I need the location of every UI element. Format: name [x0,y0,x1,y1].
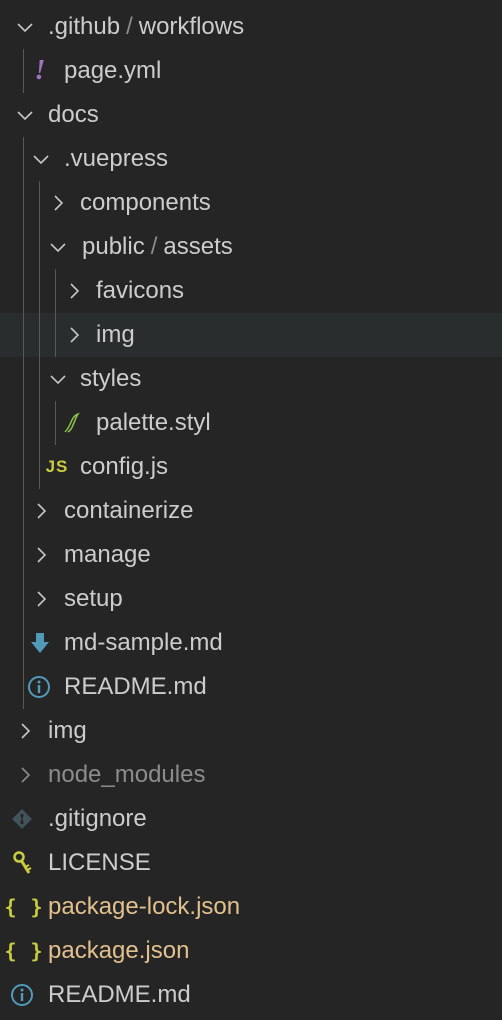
tree-item-label: setup [64,585,123,612]
chevron-right-icon[interactable] [31,545,51,565]
tree-folder-node-modules[interactable]: node_modules [0,753,502,797]
chevron-down-icon[interactable] [15,17,35,37]
indent-guide [39,181,40,225]
file-explorer-tree: .github / workflows ! page.yml docs .vuepr… [0,0,502,1020]
tree-folder-favicons[interactable]: favicons [0,269,502,313]
tree-item-label: img [48,717,87,744]
tree-item-label: components [80,189,211,216]
tree-file-palette-styl[interactable]: palette.styl [0,401,502,445]
tree-file-gitignore[interactable]: .gitignore [0,797,502,841]
indent-guide [23,533,24,577]
json-icon: { } [4,895,44,919]
tree-item-label: docs [48,101,99,128]
yml-icon: ! [34,55,46,86]
chevron-right-icon[interactable] [15,721,35,741]
tree-folder-setup[interactable]: setup [0,577,502,621]
tree-item-label: public / assets [82,233,233,260]
info-icon [27,675,51,699]
indent-guide [23,401,24,445]
tree-item-label: containerize [64,497,194,524]
chevron-right-icon[interactable] [15,765,35,785]
indent-guide [23,577,24,621]
tree-item-label: palette.styl [96,409,211,436]
chevron-right-icon[interactable] [48,193,68,213]
indent-guide [39,445,40,489]
tree-file-root-readme[interactable]: README.md [0,973,502,1017]
tree-file-docs-readme[interactable]: README.md [0,665,502,709]
tree-item-label: manage [64,541,151,568]
tree-folder-public-assets[interactable]: public / assets [0,225,502,269]
indent-guide [39,357,40,401]
license-key-icon [10,851,34,875]
tree-item-label: md-sample.md [64,629,223,656]
tree-file-md-sample[interactable]: md-sample.md [0,621,502,665]
git-icon [10,807,34,831]
indent-guide [39,401,40,445]
indent-guide [39,225,40,269]
indent-guide [23,137,24,181]
markdown-icon [28,631,52,655]
tree-item-label: .vuepress [64,145,169,172]
tree-item-label: .gitignore [48,805,147,832]
chevron-right-icon[interactable] [64,325,84,345]
tree-folder-github-workflows[interactable]: .github / workflows [0,5,502,49]
tree-item-label: package.json [48,937,190,964]
indent-guide [55,269,56,313]
tree-item-label: node_modules [48,761,206,788]
indent-guide [23,313,24,357]
tree-file-package-json[interactable]: { } package.json [0,929,502,973]
chevron-down-icon[interactable] [48,237,68,257]
tree-item-label: README.md [64,673,207,700]
tree-folder-img[interactable]: img [0,709,502,753]
tree-folder-containerize[interactable]: containerize [0,489,502,533]
tree-folder-vuepress[interactable]: .vuepress [0,137,502,181]
chevron-right-icon[interactable] [31,589,51,609]
tree-folder-assets-img[interactable]: img [0,313,502,357]
tree-folder-styles[interactable]: styles [0,357,502,401]
indent-guide [23,665,24,709]
tree-item-label: README.md [48,981,191,1008]
chevron-right-icon[interactable] [31,501,51,521]
indent-guide [23,357,24,401]
indent-guide [23,49,24,93]
indent-guide [23,269,24,313]
indent-guide [39,313,40,357]
info-icon [10,983,34,1007]
tree-folder-components[interactable]: components [0,181,502,225]
indent-guide [23,621,24,665]
chevron-down-icon[interactable] [15,105,35,125]
tree-item-label: page.yml [64,57,162,84]
tree-item-label: img [96,321,135,348]
tree-item-label: config.js [80,453,169,480]
chevron-down-icon[interactable] [48,369,68,389]
tree-item-label: favicons [96,277,185,304]
tree-file-page-yml[interactable]: ! page.yml [0,49,502,93]
chevron-right-icon[interactable] [64,281,84,301]
json-icon: { } [4,939,44,963]
tree-item-label: .github / workflows [48,13,245,40]
tree-item-label: styles [80,365,142,392]
tree-folder-docs[interactable]: docs [0,93,502,137]
js-icon: JS [45,457,69,476]
tree-item-label: package-lock.json [48,893,241,920]
indent-guide [23,225,24,269]
indent-guide [55,313,56,357]
tree-file-config-js[interactable]: JS config.js [0,445,502,489]
indent-guide [23,445,24,489]
stylus-icon [60,411,84,435]
tree-file-package-lock-json[interactable]: { } package-lock.json [0,885,502,929]
indent-guide [39,269,40,313]
indent-guide [23,181,24,225]
indent-guide [55,401,56,445]
tree-file-license[interactable]: LICENSE [0,841,502,885]
chevron-down-icon[interactable] [31,149,51,169]
tree-item-label: LICENSE [48,849,151,876]
indent-guide [23,489,24,533]
tree-folder-manage[interactable]: manage [0,533,502,577]
